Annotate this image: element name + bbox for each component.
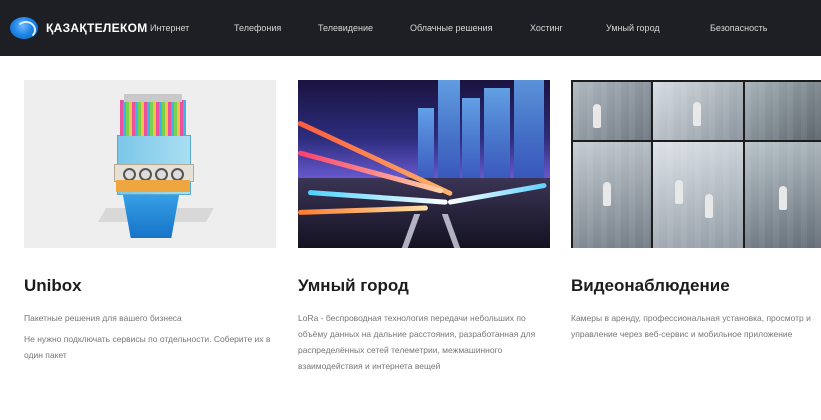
unibox-blue-base bbox=[122, 190, 180, 238]
video-surveillance-image[interactable] bbox=[571, 80, 821, 248]
menu-item-tv[interactable]: Телевидение bbox=[318, 23, 410, 33]
menu-item-telephony[interactable]: Телефония bbox=[234, 23, 318, 33]
card-title[interactable]: Unibox bbox=[24, 276, 276, 296]
camera-feed bbox=[651, 80, 745, 142]
kazakhtelecom-logo[interactable]: ҚАЗАҚТЕЛЕКОМ bbox=[10, 17, 150, 39]
unibox-orange-band bbox=[116, 180, 190, 192]
card-unibox[interactable]: Unibox Пакетные решения для вашего бизне… bbox=[24, 80, 276, 368]
smart-city-image[interactable] bbox=[298, 80, 550, 248]
menu-item-security[interactable]: Безопасность bbox=[710, 23, 800, 33]
globe-logo-icon bbox=[10, 17, 38, 39]
building bbox=[514, 80, 544, 188]
menu-item-internet[interactable]: Интернет bbox=[150, 23, 234, 33]
card-video-surveillance[interactable]: Видеонаблюдение Камеры в аренду, професс… bbox=[571, 80, 821, 347]
card-description-line: Камеры в аренду, профессиональная устано… bbox=[571, 313, 811, 339]
card-description: Камеры в аренду, профессиональная устано… bbox=[571, 310, 821, 342]
camera-feed bbox=[571, 80, 653, 142]
top-navigation-bar: ҚАЗАҚТЕЛЕКОМ Интернет Телефония Телевиде… bbox=[0, 0, 821, 56]
building bbox=[438, 80, 460, 188]
camera-feed bbox=[571, 140, 653, 248]
unibox-image[interactable] bbox=[24, 80, 276, 248]
main-menu: Интернет Телефония Телевидение Облачные … bbox=[150, 23, 800, 33]
card-description-line: LoRa - беспроводная технология передачи … bbox=[298, 313, 536, 371]
building bbox=[484, 88, 510, 188]
menu-item-hosting[interactable]: Хостинг bbox=[530, 23, 606, 33]
camera-feed bbox=[651, 140, 745, 248]
card-description-line: Пакетные решения для вашего бизнеса bbox=[24, 313, 182, 323]
camera-feed bbox=[743, 80, 821, 142]
card-title[interactable]: Умный город bbox=[298, 276, 550, 296]
unibox-top bbox=[124, 94, 182, 102]
card-description-line: Не нужно подключать сервисы по отдельнос… bbox=[24, 334, 271, 360]
card-description: Пакетные решения для вашего бизнеса Не н… bbox=[24, 310, 276, 363]
card-description: LoRa - беспроводная технология передачи … bbox=[298, 310, 550, 374]
unibox-cables bbox=[120, 100, 186, 136]
card-smart-city[interactable]: Умный город LoRa - беспроводная технолог… bbox=[298, 80, 550, 379]
menu-item-cloud-solutions[interactable]: Облачные решения bbox=[410, 23, 530, 33]
card-title[interactable]: Видеонаблюдение bbox=[571, 276, 821, 296]
menu-item-smart-city[interactable]: Умный город bbox=[606, 23, 710, 33]
building bbox=[462, 98, 480, 188]
camera-feed bbox=[743, 140, 821, 248]
logo-text: ҚАЗАҚТЕЛЕКОМ bbox=[46, 21, 148, 35]
